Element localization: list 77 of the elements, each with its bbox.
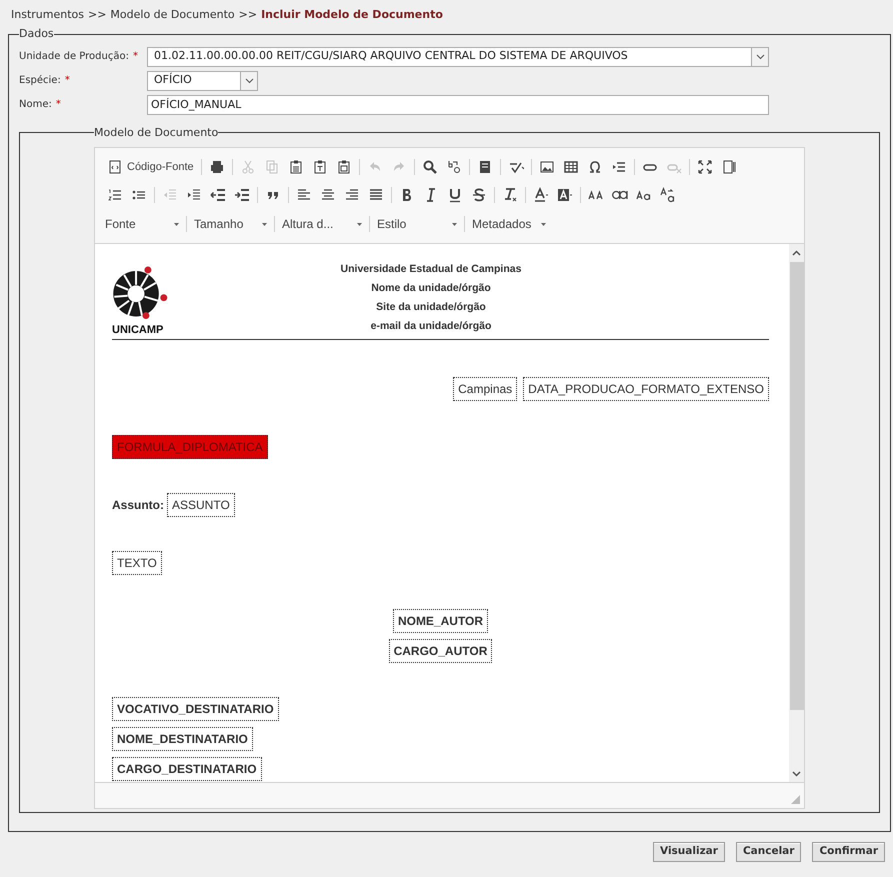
clipboard-icon [288, 159, 304, 175]
field-label: Unidade de Produção: [19, 50, 129, 64]
breadcrumb-link[interactable]: Modelo de Documento [110, 6, 235, 24]
select-field[interactable]: 01.02.11.00.00.00.00 REIT/CGU/SIARQ ARQUIVO CENTRAL DO SISTEMA DE ARQUIVOS [147, 46, 769, 66]
scissors-icon [240, 159, 256, 175]
replace-icon [446, 159, 462, 175]
placeholder-field: VOCATIVO_DESTINATARIO [112, 696, 279, 721]
placeholder-field: CARGO_DESTINATARIO [112, 756, 262, 781]
chevron-down-icon [244, 78, 254, 84]
action-button[interactable]: Cancelar [736, 842, 802, 862]
action-button[interactable]: Confirmar [812, 842, 885, 862]
table-icon [562, 159, 579, 175]
placeholder-field: CARGO_AUTOR [388, 638, 492, 663]
logo-wordmark: UNICAMP [112, 323, 164, 338]
scroll-down-icon[interactable] [792, 771, 801, 778]
field-label: Assunto: [112, 496, 164, 514]
maximize-icon [696, 159, 713, 175]
resize-grip-icon[interactable] [791, 795, 800, 804]
toggle-case-icon [660, 187, 676, 203]
caret-icon [452, 222, 457, 226]
dropdown-button[interactable]: Estilo [375, 213, 459, 235]
header-text: Universidade Estadual de Campinas [340, 262, 522, 277]
section-title: Modelo de Documento [94, 124, 218, 140]
indent-icon [234, 187, 250, 203]
dropdown-button[interactable]: Metadados [470, 213, 548, 235]
dropdown-button[interactable]: Tamanho [192, 213, 269, 235]
scrollbar-thumb[interactable] [790, 262, 804, 710]
required-mark: * [132, 50, 138, 64]
scroll-up-icon[interactable] [792, 250, 801, 256]
input-field[interactable]: OFÍCIO_MANUAL [147, 94, 769, 114]
page-icon [720, 159, 737, 175]
source-icon [107, 159, 123, 175]
clear-format-icon [502, 187, 518, 203]
underline-icon [447, 187, 463, 203]
highlight-color-icon [557, 187, 573, 203]
text-color-icon [533, 187, 549, 203]
caret-icon [174, 222, 179, 226]
field-label: Nome: [19, 98, 52, 112]
chevron-down-icon [756, 54, 764, 60]
placeholder-field: NOME_DESTINATARIO [112, 726, 253, 751]
breadcrumb-separator: >> [88, 6, 106, 23]
header-text: Site da unidade/órgão [376, 300, 486, 315]
header-text: e-mail da unidade/órgão [370, 318, 492, 334]
placeholder-field: DATA_PRODUCAO_FORMATO_EXTENSO [523, 376, 769, 401]
placeholder-field: TEXTO [112, 550, 162, 575]
required-mark: * [64, 74, 70, 88]
breadcrumb-link[interactable]: Instrumentos [11, 6, 84, 24]
strikethrough-icon [471, 187, 487, 203]
placeholder-field: Campinas [453, 376, 518, 401]
placeholder-field: FORMULA_DIPLOMATICA [112, 434, 268, 459]
select-field[interactable]: OFÍCIO [147, 70, 258, 90]
field-label: Espécie: [19, 74, 61, 88]
justify-icon [368, 187, 384, 203]
breadcrumb-current: Incluir Modelo de Documento [261, 6, 443, 23]
numbered-list-icon [107, 187, 123, 203]
section-title: Dados [19, 26, 54, 42]
placeholder-field: NOME_AUTOR [392, 608, 488, 633]
caret-icon [262, 222, 267, 226]
action-button[interactable]: Visualizar [653, 842, 725, 862]
outdent-icon [210, 187, 226, 203]
copy-icon [264, 159, 280, 175]
search-icon [422, 159, 438, 175]
placeholder-field: ASSUNTO [167, 492, 235, 517]
scrollbar[interactable] [789, 244, 804, 782]
caret-icon [357, 222, 362, 226]
clipboard-icon [312, 159, 328, 175]
print-icon [208, 159, 225, 175]
dropdown-button[interactable]: Altura d... [280, 213, 364, 235]
breadcrumb-separator: >> [238, 6, 258, 23]
header-text: Nome da unidade/órgão [371, 280, 491, 296]
caret-icon [541, 222, 546, 226]
dropdown-button[interactable]: Fonte [103, 213, 181, 235]
required-mark: * [56, 98, 61, 112]
clipboard-icon [336, 159, 352, 175]
emblem-icon [112, 266, 168, 320]
image-icon [538, 159, 555, 175]
source-button[interactable]: Código-Fonte [103, 156, 198, 178]
